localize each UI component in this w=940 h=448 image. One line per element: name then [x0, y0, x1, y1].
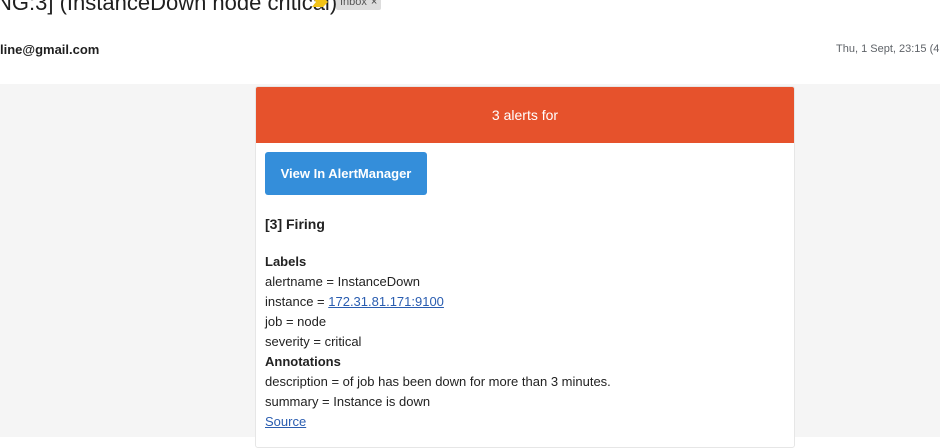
inbox-label-text: Inbox: [340, 0, 367, 8]
inbox-label-badge: Inbox ×: [336, 0, 382, 10]
label-job: job = node: [265, 314, 327, 329]
labels-title: Labels: [265, 254, 307, 269]
sender-email[interactable]: line@gmail.com: [0, 42, 99, 57]
firing-title: [3] Firing: [265, 216, 325, 232]
email-date: Thu, 1 Sept, 23:15 (4 h: [836, 43, 940, 55]
view-in-alertmanager-button[interactable]: View In AlertManager: [265, 152, 427, 195]
alert-header: 3 alerts for: [256, 87, 794, 143]
instance-prefix: instance =: [265, 294, 329, 309]
remove-label-icon[interactable]: ×: [371, 0, 377, 8]
annotations-title: Annotations: [265, 354, 341, 369]
annotation-description: description = of job has been down for m…: [265, 374, 611, 389]
source-link[interactable]: Source: [265, 414, 306, 429]
label-alertname: alertname = InstanceDown: [265, 274, 421, 289]
instance-link[interactable]: 172.31.81.171:9100: [328, 294, 444, 309]
label-severity: severity = critical: [265, 334, 362, 349]
alert-card: 3 alerts for View In AlertManager [3] Fi…: [255, 86, 795, 448]
important-marker-icon[interactable]: [311, 0, 329, 8]
alert-header-text: 3 alerts for: [491, 107, 559, 123]
annotation-summary: summary = Instance is down: [265, 394, 431, 409]
label-instance: instance = 172.31.81.171:9100: [265, 292, 784, 312]
email-subject: NG:3] (InstanceDown node critical): [0, 0, 338, 15]
alert-content: [3] Firing Labels alertname = InstanceDo…: [265, 214, 784, 432]
